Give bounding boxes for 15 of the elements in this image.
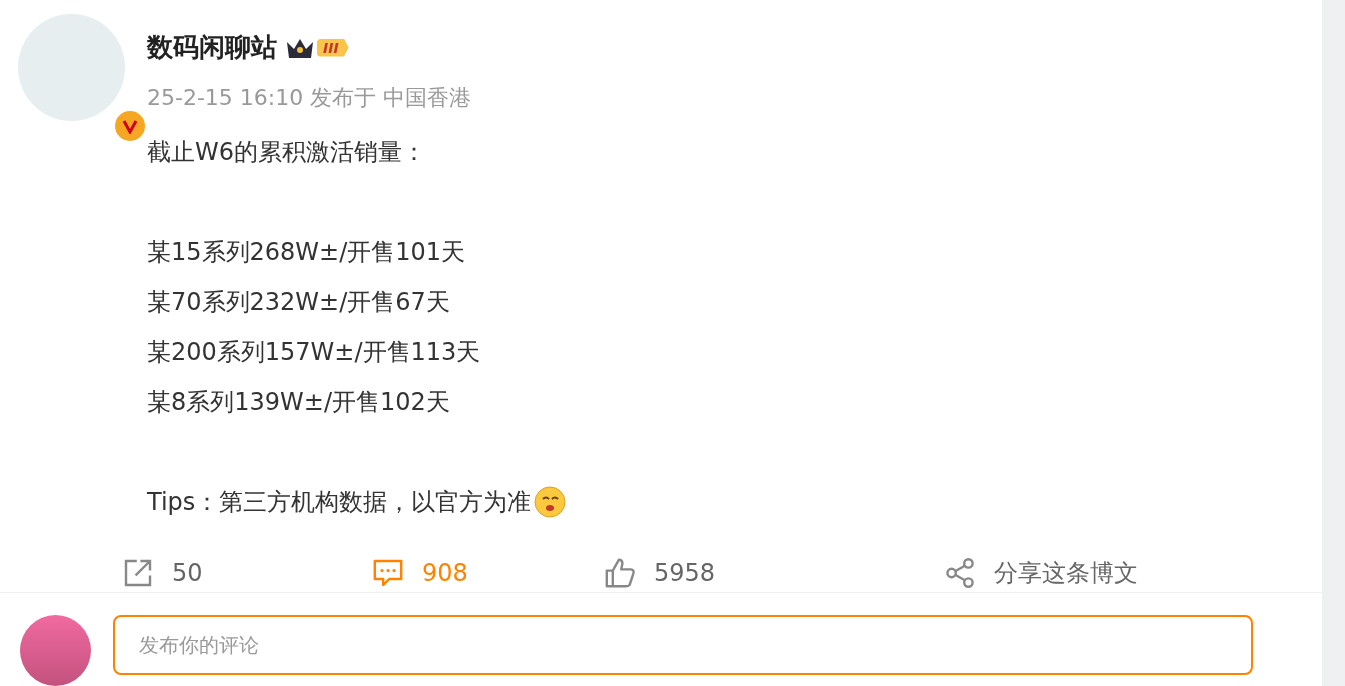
post-text: Tips：第三方机构数据，以官方为准 xyxy=(147,487,532,518)
post-text: 某200系列157W±/开售113天 xyxy=(147,337,482,368)
repost-button[interactable]: 50 xyxy=(120,555,203,591)
author-name[interactable]: 数码闲聊站 xyxy=(147,30,277,65)
post-text: 某70系列232W±/开售67天 xyxy=(147,287,451,318)
post-meta: 25-2-15 16:10 发布于 中国香港 xyxy=(147,84,472,112)
comment-field[interactable]: 发布你的评论 xyxy=(113,615,1253,675)
level-badge: III xyxy=(317,38,349,57)
post-text: 截止W6的累积激活销量： xyxy=(147,137,427,168)
like-button[interactable]: 5958 xyxy=(602,555,716,591)
share-button[interactable]: 分享这条博文 xyxy=(942,555,1138,591)
post-text: 某8系列139W±/开售102天 xyxy=(147,387,451,418)
post-text: 某15系列268W±/开售101天 xyxy=(147,237,467,268)
avatar[interactable] xyxy=(18,14,125,121)
emoji-icon xyxy=(533,485,568,519)
